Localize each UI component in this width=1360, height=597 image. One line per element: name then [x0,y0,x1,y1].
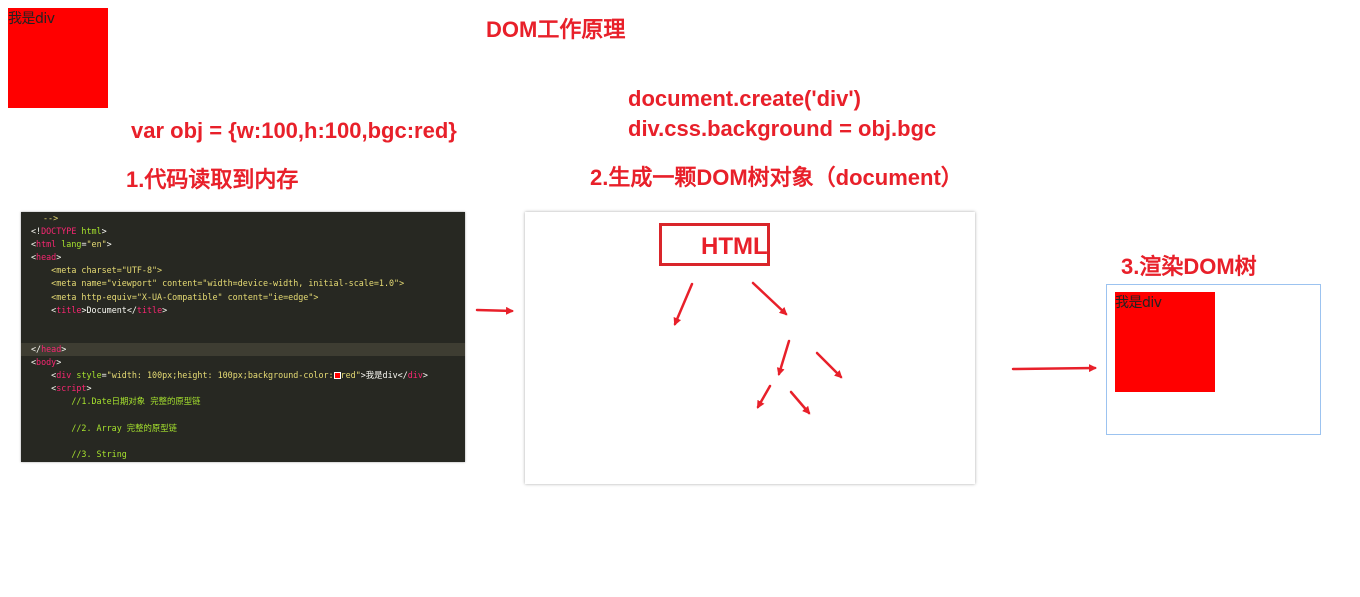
editor-line: <!DOCTYPE html> [21,225,465,238]
code-line-background: div.css.background = obj.bgc [628,116,937,141]
code-token: head [41,343,62,354]
code-token: body [36,357,57,368]
code-token: > [56,357,62,368]
step3-label: 3.渲染DOM树 [1121,254,1257,279]
var-declaration: var obj = {w:100,h:100,bgc:red} [131,118,457,143]
code-token: <! [31,226,42,237]
editor-line: //2. Array 完整的原型链 [31,422,178,433]
code-token: DOCTYPE [41,226,77,237]
step1-label: 1.代码读取到内存 [126,167,299,192]
editor-line: <body> [21,356,465,369]
arrow-editor-to-tree [475,306,514,315]
code-token: script [56,383,87,394]
rendered-red-div: 我是div [1115,292,1215,392]
code-token: title [56,304,82,315]
top-red-div: 我是div [8,8,108,108]
code-token: > [86,383,92,394]
code-token: > [162,304,168,315]
code-token: > [61,343,67,354]
arrow-tree-to-render [1011,364,1097,373]
step2-label: 2.生成一颗DOM树对象（document） [590,165,963,190]
editor-line: <html lang="en"> [21,238,465,251]
editor-line: <meta name="viewport" content="width=dev… [31,278,405,289]
editor-line-empty [21,330,465,343]
page-title: DOM工作原理 [486,17,626,42]
code-token: "width: 100px;height: 100px;background-c… [106,370,334,381]
code-token: >Document</ [81,304,137,315]
rendered-red-div-text: 我是div [1115,295,1162,311]
html-root-label: HTML [701,233,768,260]
editor-line: <title>Document</title> [21,304,465,317]
code-token: --> [43,213,59,223]
code-line-create: document.create('div') [628,86,861,111]
editor-line: <div style="width: 100px;height: 100px;b… [21,369,465,382]
code-token: < [31,304,57,315]
editor-line: <script> [21,382,465,395]
code-token: div [407,370,423,381]
code-token: >我是div</ [360,370,408,381]
code-token: > [101,226,107,237]
code-token: > [56,252,62,263]
code-token: title [136,304,163,315]
editor-line: <meta http-equiv="X-UA-Compatible" conte… [31,291,319,302]
code-token: < [31,370,57,381]
code-token: head [36,252,57,263]
code-editor: --> <!DOCTYPE html> <html lang="en"> <he… [21,212,465,462]
editor-line: <head> [21,251,465,264]
code-token: < [31,383,57,394]
code-token: "en" [86,239,107,250]
code-token: style [71,370,102,381]
code-token: red" [340,370,361,381]
editor-line: <meta charset="UTF-8"> [31,265,163,276]
code-token: > [106,239,112,250]
color-swatch-icon [333,372,341,380]
top-red-div-text: 我是div [8,11,55,27]
code-token: div [56,370,72,381]
editor-line: //1.Date日期对象 完整的原型链 [31,396,201,407]
editor-line-empty [21,435,465,448]
code-token: lang [56,239,82,250]
editor-line-empty [21,408,465,421]
editor-line-empty [21,317,465,330]
code-token: html [36,239,57,250]
code-token: > [422,370,428,381]
editor-line: --> [21,212,465,225]
editor-line-current: </head> [21,342,465,357]
code-token: </ [31,343,42,354]
code-token: html [76,226,102,237]
editor-line: //3. String [31,448,127,459]
